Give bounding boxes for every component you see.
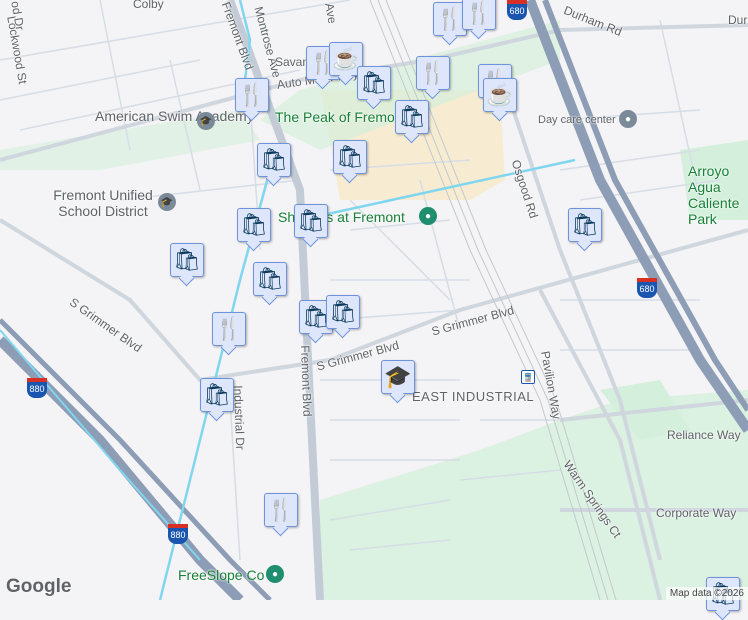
school-marker[interactable]: 🎓 xyxy=(381,360,415,394)
shopping-marker[interactable]: 🛍 xyxy=(333,140,367,174)
shopping-bag-icon: 🛍 xyxy=(203,382,231,407)
shopping-marker[interactable]: 🛍 xyxy=(200,378,234,412)
shopping-marker[interactable]: 🛍 xyxy=(395,100,429,134)
shopping-marker[interactable]: 🛍 xyxy=(294,204,328,238)
train-station-icon[interactable]: 🚆 xyxy=(521,370,535,384)
shopping-marker[interactable]: 🛍 xyxy=(257,143,291,177)
road-label: Fremont Blvd xyxy=(298,345,315,417)
restaurant-icon: 🍴 xyxy=(215,316,243,341)
map-attribution[interactable]: Map data ©2026 xyxy=(665,587,748,600)
restaurant-marker[interactable]: 🍴 xyxy=(235,78,269,112)
shopping-bag-icon: 🛍 xyxy=(360,70,388,95)
cafe-icon: ☕ xyxy=(332,46,360,71)
road-label: Reliance Way xyxy=(667,428,741,442)
shopping-bag-icon: 🛍 xyxy=(571,212,599,237)
road-label: Dur xyxy=(728,13,748,27)
shopping-bag-icon: 🛍 xyxy=(336,144,364,169)
interstate-880-shield: 880 xyxy=(168,524,188,544)
interstate-680-shield: 680 xyxy=(637,278,657,298)
shopping-bag-icon: 🛍 xyxy=(173,247,201,272)
interstate-880-shield: 880 xyxy=(27,378,47,398)
place-pin-icon[interactable]: ● xyxy=(266,565,284,583)
place-fremont-unified[interactable]: Fremont Unified School District xyxy=(50,187,156,219)
shopping-marker[interactable]: 🛍 xyxy=(568,208,602,242)
google-logo: Google xyxy=(6,576,72,597)
shopping-pin-icon[interactable]: ● xyxy=(419,207,437,225)
shopping-bag-icon: 🛍 xyxy=(260,147,288,172)
road-label: Corporate Way xyxy=(656,506,737,520)
shopping-marker[interactable]: 🛍 xyxy=(253,262,287,296)
restaurant-marker[interactable]: 🍴 xyxy=(212,312,246,346)
shopping-bag-icon: 🛍 xyxy=(329,299,357,324)
shopping-marker[interactable]: 🛍 xyxy=(170,243,204,277)
road-label: Colby xyxy=(133,0,164,11)
school-icon: 🎓 xyxy=(384,364,412,389)
shopping-marker[interactable]: 🛍 xyxy=(326,295,360,329)
restaurant-icon: 🍴 xyxy=(267,497,295,522)
restaurant-icon: 🍴 xyxy=(419,60,447,85)
shopping-bag-icon: 🛍 xyxy=(398,104,426,129)
place-arroyo-park[interactable]: Arroyo Agua Caliente Park xyxy=(688,163,748,227)
place-peak-of-fremont[interactable]: The Peak of Fremont xyxy=(275,109,407,125)
restaurant-icon: 🍴 xyxy=(465,0,493,25)
restaurant-icon: 🍴 xyxy=(238,82,266,107)
restaurant-marker[interactable]: 🍴 xyxy=(462,0,496,30)
shopping-marker[interactable]: 🛍 xyxy=(237,208,271,242)
place-pin-icon[interactable]: ● xyxy=(619,110,637,128)
interstate-680-shield: 680 xyxy=(507,0,527,20)
shopping-bag-icon: 🛍 xyxy=(240,212,268,237)
neighborhood-label: EAST INDUSTRIAL xyxy=(412,389,535,404)
place-freeslope[interactable]: FreeSlope Co xyxy=(178,567,264,583)
school-icon[interactable]: 🎓 xyxy=(197,112,215,130)
cafe-marker[interactable]: ☕ xyxy=(483,78,517,112)
place-american-swim-academy[interactable]: American Swim Academy xyxy=(95,108,254,124)
place-day-care-center[interactable]: Day care center xyxy=(538,112,616,128)
shopping-bag-icon: 🛍 xyxy=(256,266,284,291)
restaurant-marker[interactable]: 🍴 xyxy=(264,493,298,527)
shopping-marker[interactable]: 🛍 xyxy=(357,66,391,100)
restaurant-marker[interactable]: 🍴 xyxy=(416,56,450,90)
shopping-bag-icon: 🛍 xyxy=(297,208,325,233)
restaurant-icon: 🍴 xyxy=(436,6,464,31)
cafe-icon: ☕ xyxy=(486,82,514,107)
school-icon[interactable]: 🎓 xyxy=(158,193,176,211)
